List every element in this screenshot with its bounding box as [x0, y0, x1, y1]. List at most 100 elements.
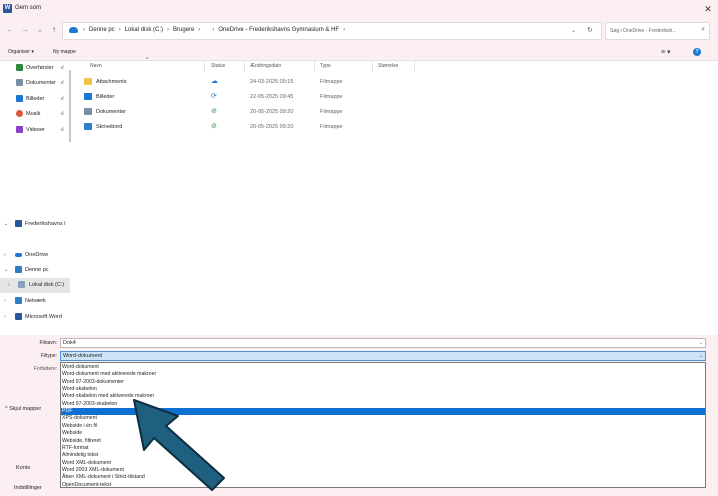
file-row-attachments[interactable]: Attachments ☁ 24-03-2025 09:15 Filmappe [74, 75, 714, 89]
drive-icon [18, 281, 25, 288]
search-input[interactable]: Søg i OneDrive - Frederiksh... ⌕ [605, 22, 710, 40]
chevron-right-icon[interactable]: › [8, 278, 10, 292]
file-row-billeder[interactable]: Billeder ⟳ 22-05-2025 09:45 Filmappe [74, 90, 714, 104]
sidebar-scrollbar[interactable] [69, 70, 71, 142]
view-options-button[interactable]: ≡ ▾ [661, 48, 671, 56]
up-button[interactable]: ↑ [49, 25, 59, 35]
file-date: 20-05-2025 09:20 [250, 109, 294, 115]
sidebar-item-label: Overførsler [26, 65, 54, 71]
authors-label: Forfattere: [33, 366, 57, 372]
filetype-value: Word-dokument [63, 353, 103, 359]
column-divider[interactable] [414, 61, 415, 71]
breadcrumb-onedrive[interactable]: OneDrive - Frederikshavns Gymnasium & HF [218, 27, 339, 33]
chevron-down-icon[interactable]: ⌄ [4, 217, 8, 231]
sidebar-item-label: Denne pc [25, 267, 49, 273]
address-bar[interactable]: › Denne pc › Lokal disk (C:) › Brugere ›… [62, 22, 602, 40]
pointer-arrow-annotation [133, 399, 225, 491]
back-button[interactable]: ← [5, 25, 15, 35]
help-icon[interactable]: ? [693, 48, 701, 56]
file-row-skrivebord[interactable]: Skrivebord ⊘ 20-05-2025 09:20 Filmappe [74, 120, 714, 134]
column-divider[interactable] [244, 61, 245, 71]
account-link[interactable]: Konto [16, 465, 30, 471]
organize-button[interactable]: Organiser ▾ [8, 49, 34, 55]
file-date: 20-05-2025 09:20 [250, 124, 294, 130]
refresh-icon[interactable]: ↻ [587, 26, 593, 34]
computer-icon [15, 266, 22, 273]
sidebar-item-musik[interactable]: Musik ⊀ [0, 107, 70, 121]
search-icon: ⌕ [701, 26, 705, 33]
sidebar-item-dokumenter[interactable]: Dokumenter ⊀ [0, 76, 70, 90]
organization-icon [15, 220, 22, 227]
desktop-folder-icon [84, 123, 92, 130]
sidebar-item-onedrive[interactable]: › OneDrive [0, 248, 70, 262]
breadcrumb-denne-pc[interactable]: Denne pc [89, 27, 115, 33]
recent-locations-button[interactable]: ⌄ [35, 25, 45, 35]
filetype-select[interactable]: Word-dokument ⌄ [60, 351, 706, 361]
column-header-name[interactable]: Navn [90, 63, 102, 69]
sidebar-item-billeder[interactable]: Billeder ⊀ [0, 92, 70, 106]
filetype-option[interactable]: Word 97-2003-dokumenter [61, 379, 705, 386]
command-bar: Organiser ▾ Ny mappe ≡ ▾ ? [0, 44, 718, 61]
new-folder-button[interactable]: Ny mappe [53, 49, 76, 55]
chevron-right-icon[interactable]: › [4, 294, 6, 308]
column-header-status[interactable]: Status [211, 63, 225, 69]
filetype-option[interactable]: Word-skabelon [61, 386, 705, 393]
filetype-option[interactable]: Word-dokument [61, 364, 705, 371]
documents-icon [16, 79, 23, 86]
file-type: Filmappe [320, 109, 343, 115]
pin-icon: ⊀ [60, 80, 65, 86]
address-dropdown-icon[interactable]: ⌄ [571, 27, 576, 34]
filetype-option[interactable]: Word-dokument med aktiverede makroer [61, 371, 705, 378]
column-header-type[interactable]: Type [320, 63, 331, 69]
word-icon: W [3, 4, 12, 13]
available-status-icon: ⊘ [211, 123, 217, 130]
sidebar-item-denne-pc[interactable]: ⌄ Denne pc [0, 263, 70, 277]
sidebar-item-label: Netværk [25, 298, 46, 304]
column-divider[interactable] [204, 61, 205, 71]
sidebar-item-overforsler[interactable]: Overførsler ⊀ [0, 61, 70, 75]
file-type: Filmappe [320, 94, 343, 100]
file-type: Filmappe [320, 124, 343, 130]
sync-status-icon: ⟳ [211, 93, 217, 100]
download-icon [16, 64, 23, 71]
settings-link[interactable]: Indstillinger [14, 485, 42, 491]
file-name: Billeder [96, 94, 115, 100]
cloud-icon [15, 253, 22, 257]
breadcrumb-separator: › [343, 27, 346, 33]
window-title: Gem som [15, 5, 42, 11]
breadcrumb-brugere[interactable]: Brugere [173, 27, 194, 33]
column-header-size[interactable]: Størrelse [378, 63, 398, 69]
forward-button[interactable]: → [20, 25, 30, 35]
title-bar: W Gem som ✕ [0, 0, 718, 18]
pin-icon: ⊀ [60, 111, 65, 117]
chevron-down-icon[interactable]: ⌄ [4, 263, 8, 277]
close-button[interactable]: ✕ [702, 3, 714, 15]
sidebar-item-label: OneDrive [25, 252, 49, 258]
pin-icon: ⊀ [60, 127, 65, 133]
sidebar-item-microsoft-word[interactable]: › Microsoft Word [0, 310, 70, 324]
hide-folders-button[interactable]: ^ Skjul mapper [5, 406, 41, 412]
chevron-right-icon[interactable]: › [4, 310, 6, 324]
sidebar-item-label: Lokal disk (C:) [29, 282, 65, 288]
sidebar-item-label: Dokumenter [26, 80, 56, 86]
sidebar-item-netvaerk[interactable]: › Netværk [0, 294, 70, 308]
chevron-right-icon[interactable]: › [4, 248, 6, 262]
column-divider[interactable] [372, 61, 373, 71]
chevron-down-icon[interactable]: ⌄ [699, 352, 703, 360]
breadcrumb-separator: › [83, 27, 85, 33]
breadcrumb: › Denne pc › Lokal disk (C:) › Brugere ›… [83, 27, 345, 33]
chevron-down-icon[interactable]: ⌄ [699, 339, 703, 347]
file-type: Filmappe [320, 79, 343, 85]
sidebar-item-lokal-disk[interactable]: › Lokal disk (C:) [0, 278, 70, 293]
filename-input[interactable]: Dok4 ⌄ [60, 338, 706, 348]
music-icon [16, 110, 23, 117]
sidebar-item-frederikshavns[interactable]: ⌄ Frederikshavns I [0, 217, 70, 231]
column-divider[interactable] [314, 61, 315, 71]
filename-label: Filnavn: [39, 340, 57, 346]
file-name: Dokumenter [96, 109, 126, 115]
breadcrumb-lokal-disk[interactable]: Lokal disk (C:) [125, 27, 163, 33]
file-row-dokumenter[interactable]: Dokumenter ⊘ 20-05-2025 09:20 Filmappe [74, 105, 714, 119]
sidebar-item-videoer[interactable]: Videoer ⊀ [0, 123, 70, 137]
column-header-date[interactable]: Ændringsdato [250, 63, 281, 69]
sidebar-item-label: Musik [26, 111, 41, 117]
